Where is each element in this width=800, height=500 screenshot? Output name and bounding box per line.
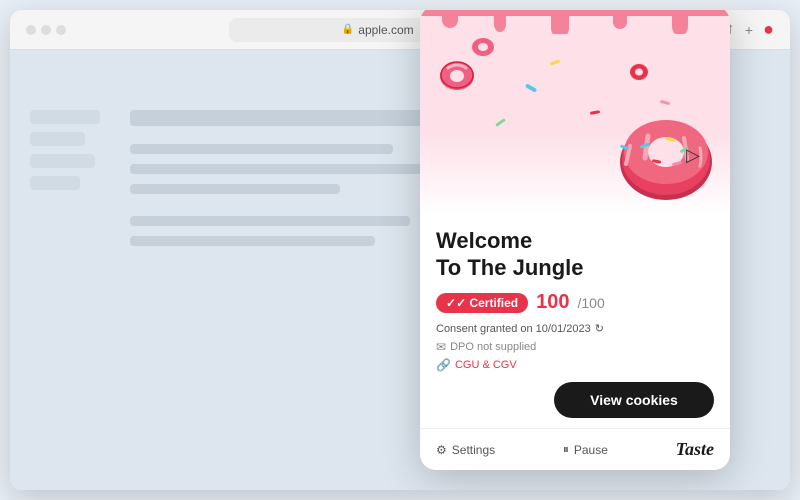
sprinkle-green-1 <box>495 118 506 127</box>
popup-footer: ⚙ Settings ⏸ Pause Taste <box>420 428 730 470</box>
consent-label: Consent granted on 10/01/2023 <box>436 323 591 335</box>
close-dot <box>26 25 36 35</box>
popup-body: Welcome To The Jungle ✓ ✓ Certified 100/… <box>420 216 730 428</box>
blur-sidebar <box>30 110 110 190</box>
new-tab-icon[interactable]: + <box>745 22 753 38</box>
taste-logo: Taste <box>676 439 714 460</box>
profile-icon[interactable]: ● <box>763 19 774 40</box>
minimize-dot <box>41 25 51 35</box>
pause-icon: ⏸ <box>563 442 569 457</box>
settings-icon: ⚙ <box>436 443 447 457</box>
cursor-icon: ▷ <box>686 145 700 166</box>
score-value: 100 <box>536 291 569 314</box>
lock-icon: 🔒 <box>342 24 354 35</box>
certified-badge: ✓ ✓ Certified <box>436 293 528 313</box>
popup-header: ▷ <box>420 10 730 216</box>
dpo-line: ✉ DPO not supplied <box>436 340 714 354</box>
donut-main <box>610 96 720 206</box>
cgu-label: CGU & CGV <box>455 359 517 371</box>
donut-small-3 <box>628 61 650 83</box>
check-icon: ✓ <box>446 296 456 310</box>
sprinkle-yellow-1 <box>550 60 560 66</box>
popup-badges: ✓ ✓ Certified 100/100 <box>436 291 714 314</box>
browser-window: 🔒 apple.com ⟳ ⬆ + ● <box>10 10 790 490</box>
refresh-icon: ↻ <box>595 322 604 335</box>
settings-label: Settings <box>452 443 495 457</box>
view-cookies-button[interactable]: View cookies <box>554 382 714 418</box>
donut-small-1 <box>438 56 476 94</box>
url-text: apple.com <box>358 23 413 37</box>
dpo-label: DPO not supplied <box>450 341 536 353</box>
consent-popup: ▷ Welcome To The Jungle ✓ ✓ Certified 10… <box>420 10 730 470</box>
browser-content: ▷ Welcome To The Jungle ✓ ✓ Certified 10… <box>10 50 790 490</box>
sprinkle-red-1 <box>590 110 600 115</box>
pause-label: Pause <box>574 443 608 457</box>
browser-action-buttons: ⬆ + ● <box>723 19 774 40</box>
donut-small-2 <box>470 34 496 60</box>
fullscreen-dot <box>56 25 66 35</box>
settings-button[interactable]: ⚙ Settings <box>436 443 495 457</box>
score-total: /100 <box>578 295 605 311</box>
drip-decoration <box>420 10 730 34</box>
pause-button[interactable]: ⏸ Pause <box>563 442 608 457</box>
cookies-row: View cookies <box>436 382 714 418</box>
cgu-line[interactable]: 🔗 CGU & CGV <box>436 358 714 372</box>
sprinkle-blue-1 <box>525 83 537 92</box>
browser-window-controls <box>26 25 66 35</box>
popup-title: Welcome To The Jungle <box>436 228 714 281</box>
consent-date: Consent granted on 10/01/2023 ↻ <box>436 322 714 335</box>
